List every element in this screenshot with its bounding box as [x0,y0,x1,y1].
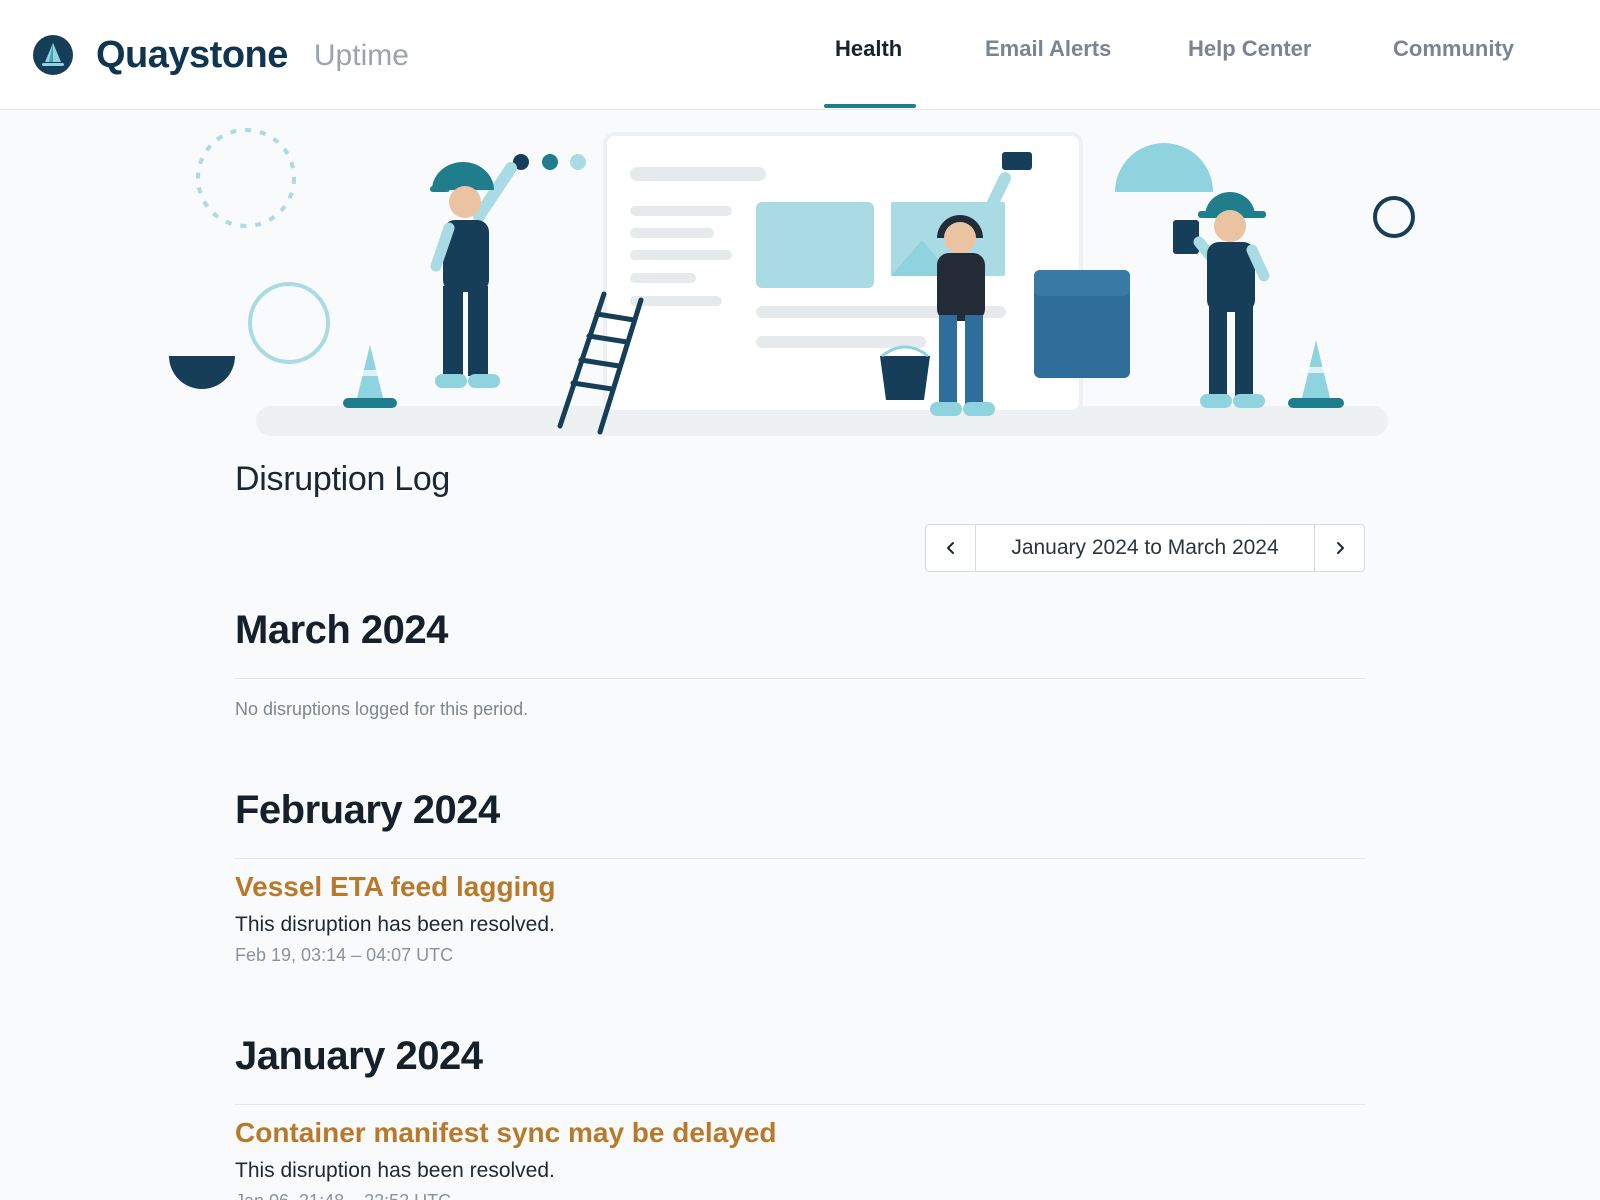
month-section: February 2024 Vessel ETA feed lagging Th… [235,786,1365,967]
month-title: January 2024 [235,1034,483,1078]
nav-help-center[interactable]: Help Center [1188,36,1311,68]
half-bowl-shape [169,356,235,389]
dashed-circle-shape [196,128,296,228]
brand-subtitle: Uptime [313,39,409,72]
incident-status: This disruption has been resolved. [235,913,555,936]
top-header: Quaystone Uptime Health Email Alerts Hel… [0,0,1600,110]
previous-range-button[interactable] [926,525,975,571]
incident-time: Jan 06, 21:48 – 22:52 UTC [235,1189,1365,1200]
incident-status: This disruption has been resolved. [235,1159,555,1182]
chevron-right-icon [1336,542,1344,554]
sailboat-logo-icon [33,35,73,75]
traffic-cone-left [343,345,397,408]
nav-health[interactable]: Health [835,36,902,68]
dome-shape [1115,143,1213,192]
month-divider [235,858,1365,859]
incident-item: Vessel ETA feed lagging This disruption … [235,869,1365,967]
month-section: January 2024 Container manifest sync may… [235,1032,1365,1200]
month-divider [235,678,1365,679]
incident-title-link[interactable]: Container manifest sync may be delayed [235,1115,777,1151]
brand-name: Quaystone [96,34,288,76]
active-tab-indicator [824,104,916,108]
date-range-pager: January 2024 to March 2024 [925,524,1365,572]
date-range-label: January 2024 to March 2024 [975,525,1315,571]
month-section: March 2024 No disruptions logged for thi… [235,606,1365,720]
empty-period-message: No disruptions logged for this period. [235,699,529,719]
page-title: Disruption Log [235,460,451,498]
worker-left [430,162,517,388]
next-range-button[interactable] [1315,525,1364,571]
outline-circle-shape [248,282,330,364]
incident-title-link[interactable]: Vessel ETA feed lagging [235,869,556,905]
nav-email-alerts[interactable]: Email Alerts [985,36,1111,68]
ring-shape [1373,196,1415,238]
worker-right [1173,192,1270,408]
nav-community[interactable]: Community [1393,36,1514,68]
traffic-cone-right [1288,340,1344,408]
month-title: March 2024 [235,608,448,652]
incident-item: Container manifest sync may be delayed T… [235,1115,1365,1200]
month-divider [235,1104,1365,1105]
incident-time: Feb 19, 03:14 – 04:07 UTC [235,945,454,965]
month-title: February 2024 [235,788,500,832]
brand[interactable]: Quaystone Uptime [32,33,409,77]
chevron-left-icon [946,542,954,554]
maintenance-illustration [169,128,1415,436]
